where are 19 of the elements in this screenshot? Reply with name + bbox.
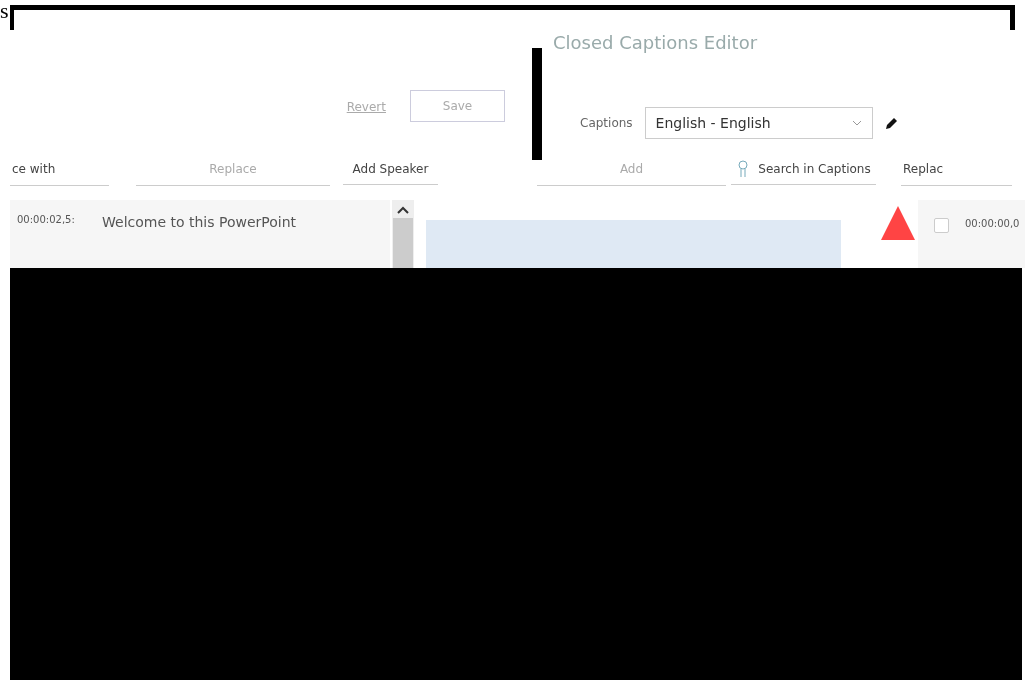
language-select[interactable]: English - English xyxy=(644,107,873,139)
pencil-icon[interactable] xyxy=(884,116,899,130)
warning-triangle-icon xyxy=(881,206,915,240)
caption-time: 00:00:02,5: xyxy=(16,214,76,225)
corner-letter: s xyxy=(0,0,10,22)
chevron-down-icon xyxy=(851,120,862,126)
row-checkbox[interactable] xyxy=(934,218,949,233)
scrollbar[interactable] xyxy=(392,200,414,268)
caption-time: 00:00:00,0 xyxy=(965,218,1020,229)
caption-text: Welcome to this PowerPoint xyxy=(102,214,297,230)
caption-row[interactable]: 00:00:00,0 xyxy=(918,200,1025,268)
text-field[interactable]: Replace xyxy=(136,152,330,186)
text-field[interactable]: Replac xyxy=(901,152,1012,186)
text-field[interactable]: Add xyxy=(537,152,726,186)
captions-label: Captions xyxy=(580,116,633,130)
editor-title: Closed Captions Editor xyxy=(553,32,759,55)
caption-row[interactable]: 00:00:02,5: Welcome to this PowerPoint xyxy=(10,200,390,268)
text-field[interactable]: ce with xyxy=(10,152,109,186)
chevron-up-icon xyxy=(397,206,409,214)
